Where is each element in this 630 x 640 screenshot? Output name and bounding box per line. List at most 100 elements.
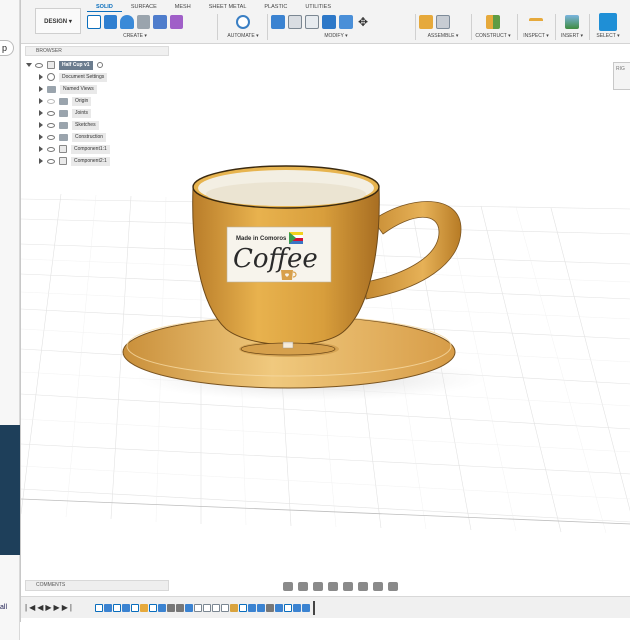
expand-icon[interactable]	[39, 134, 43, 140]
press-pull-icon[interactable]	[271, 15, 285, 29]
timeline-chamfer-icon[interactable]	[221, 604, 229, 612]
timeline-sketch-icon[interactable]	[149, 604, 157, 612]
revolve-icon[interactable]	[120, 15, 134, 29]
form-icon[interactable]	[169, 15, 183, 29]
tab-mesh[interactable]: MESH	[166, 2, 200, 12]
insert-image-icon[interactable]	[565, 15, 579, 29]
visibility-eye-icon[interactable]	[47, 158, 55, 164]
step-forward-icon[interactable]: ▶	[54, 603, 62, 612]
collapse-icon[interactable]	[26, 63, 32, 67]
box-icon[interactable]	[153, 15, 167, 29]
grid-settings-icon[interactable]	[373, 581, 383, 591]
chamfer-icon[interactable]	[305, 15, 319, 29]
move-icon[interactable]: ✥	[356, 15, 370, 29]
tree-item-construction[interactable]: Construction	[39, 131, 107, 143]
timeline-sketch-icon[interactable]	[239, 604, 247, 612]
timeline-pattern-icon[interactable]	[266, 604, 274, 612]
assemble-menu[interactable]: ASSEMBLE ▾	[419, 32, 467, 40]
zoom-window-icon[interactable]	[343, 581, 353, 591]
look-at-icon[interactable]	[298, 581, 308, 591]
inspect-menu[interactable]: INSPECT ▾	[519, 32, 553, 40]
comments-panel[interactable]: COMMENTS	[25, 580, 169, 591]
timeline-sweep-icon[interactable]	[158, 604, 166, 612]
tab-surface[interactable]: SURFACE	[122, 2, 166, 12]
timeline-extrude-icon[interactable]	[248, 604, 256, 612]
offset-plane-icon[interactable]	[486, 15, 500, 29]
tree-item-joints[interactable]: Joints	[39, 107, 92, 119]
timeline-marker[interactable]	[313, 601, 315, 615]
timeline-sketch-icon[interactable]	[95, 604, 103, 612]
display-settings-icon[interactable]	[358, 581, 368, 591]
tree-item-component2[interactable]: Component2:1	[39, 155, 110, 167]
extrude-icon[interactable]	[103, 15, 118, 29]
tree-item-origin[interactable]: Origin	[39, 95, 92, 107]
select-menu[interactable]: SELECT ▾	[591, 32, 625, 40]
orbit-icon[interactable]	[283, 581, 293, 591]
go-to-end-icon[interactable]: ▶|	[62, 603, 74, 612]
expand-icon[interactable]	[39, 146, 43, 152]
expand-icon[interactable]	[39, 158, 43, 164]
timeline-fillet-icon[interactable]	[194, 604, 202, 612]
fillet-icon[interactable]	[288, 15, 302, 29]
shell-icon[interactable]	[322, 15, 336, 29]
create-menu[interactable]: CREATE ▾	[87, 32, 183, 40]
tree-item-document-settings[interactable]: Document Settings	[39, 71, 108, 83]
timeline-fillet-icon[interactable]	[203, 604, 211, 612]
play-icon[interactable]: ▶	[45, 603, 53, 612]
tab-sheet-metal[interactable]: SHEET METAL	[200, 2, 256, 12]
tree-item-root[interactable]: Half Cup v1	[26, 59, 103, 71]
combine-icon[interactable]	[339, 15, 353, 29]
zoom-icon[interactable]	[328, 581, 338, 591]
timeline-appearance-icon[interactable]	[230, 604, 238, 612]
timeline-shell-icon[interactable]	[185, 604, 193, 612]
activate-radio-icon[interactable]	[96, 62, 103, 68]
expand-icon[interactable]	[39, 110, 43, 116]
expand-icon[interactable]	[39, 98, 43, 104]
visibility-eye-icon[interactable]	[47, 146, 55, 152]
hole-icon[interactable]	[136, 15, 151, 29]
tab-utilities[interactable]: UTILITIES	[296, 2, 340, 12]
expand-icon[interactable]	[39, 86, 43, 92]
timeline-component-icon[interactable]	[140, 604, 148, 612]
timeline-move-icon[interactable]	[176, 604, 184, 612]
construct-menu[interactable]: CONSTRUCT ▾	[473, 32, 513, 40]
workspace-dropdown[interactable]: DESIGN ▾	[35, 8, 81, 34]
create-sketch-icon[interactable]	[87, 15, 101, 29]
timeline-sketch-icon[interactable]	[113, 604, 121, 612]
timeline-sketch-icon[interactable]	[284, 604, 292, 612]
viewports-icon[interactable]	[388, 581, 398, 591]
pan-icon[interactable]	[313, 581, 323, 591]
joint-icon[interactable]	[436, 15, 450, 29]
side-tab[interactable]: p	[0, 40, 14, 56]
tree-item-named-views[interactable]: Named Views	[39, 83, 97, 95]
timeline-press-pull-icon[interactable]	[275, 604, 283, 612]
tree-item-component1[interactable]: Component1:1	[39, 143, 110, 155]
timeline-combine-icon[interactable]	[257, 604, 265, 612]
measure-icon[interactable]	[529, 18, 543, 26]
automate-icon[interactable]	[236, 15, 250, 29]
modify-menu[interactable]: MODIFY ▾	[271, 32, 401, 40]
browser-header[interactable]: BROWSER	[25, 46, 169, 56]
timeline-split-icon[interactable]	[293, 604, 301, 612]
automate-menu[interactable]: AUTOMATE ▾	[223, 32, 263, 40]
cup-handle[interactable]	[365, 201, 462, 300]
visibility-eye-icon[interactable]	[47, 98, 55, 104]
tab-solid[interactable]: SOLID	[87, 2, 122, 12]
timeline-decal-icon[interactable]	[302, 604, 310, 612]
select-icon[interactable]	[599, 13, 617, 31]
timeline-extrude-icon[interactable]	[104, 604, 112, 612]
timeline-fillet-icon[interactable]	[212, 604, 220, 612]
visibility-eye-icon[interactable]	[47, 122, 55, 128]
viewcube[interactable]: RIG	[613, 62, 630, 90]
go-to-start-icon[interactable]: |◀	[25, 603, 37, 612]
new-component-icon[interactable]	[419, 15, 433, 29]
expand-icon[interactable]	[39, 74, 43, 80]
coffee-decal[interactable]: Made in Comoros Coffee	[226, 226, 332, 283]
timeline-revolve-icon[interactable]	[122, 604, 130, 612]
tab-plastic[interactable]: PLASTIC	[255, 2, 296, 12]
tree-item-sketches[interactable]: Sketches	[39, 119, 99, 131]
timeline-sketch-icon[interactable]	[131, 604, 139, 612]
visibility-eye-icon[interactable]	[47, 134, 55, 140]
visibility-eye-icon[interactable]	[35, 62, 43, 68]
insert-menu[interactable]: INSERT ▾	[557, 32, 587, 40]
